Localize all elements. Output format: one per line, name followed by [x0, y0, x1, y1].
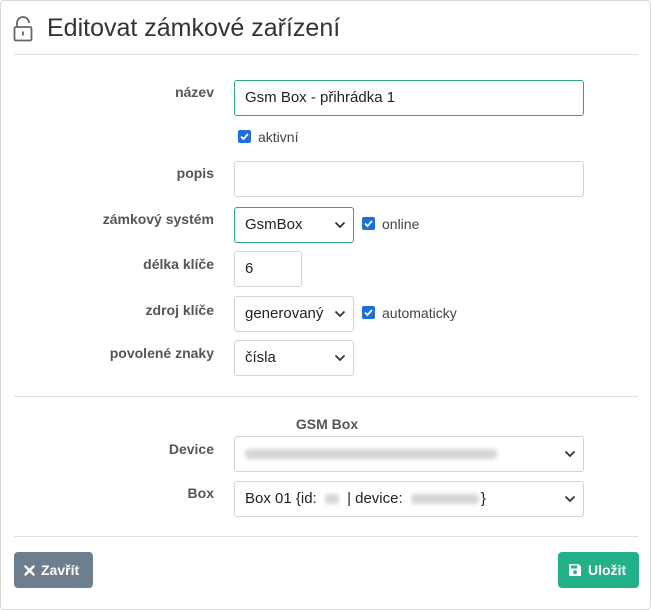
dialog-header: Editovat zámkové zařízení	[1, 1, 650, 55]
lock-system-label: zámkový systém	[102, 211, 214, 227]
lock-system-select[interactable]: GsmBox	[234, 207, 354, 243]
chevron-down-icon	[334, 221, 346, 229]
box-value-prefix: Box 01 {id:	[245, 490, 317, 507]
key-length-label: délka klíče	[143, 256, 214, 272]
check-icon	[240, 133, 249, 141]
active-checkbox[interactable]	[238, 130, 251, 143]
box-id-redacted	[324, 494, 339, 505]
box-value-middle: | device:	[347, 490, 403, 507]
allowed-chars-label: povolené znaky	[109, 345, 214, 361]
description-input[interactable]	[234, 161, 584, 197]
allowed-chars-value: čísla	[245, 349, 276, 366]
chevron-down-icon	[564, 450, 576, 458]
active-label: aktivní	[258, 129, 299, 145]
save-icon	[569, 564, 581, 577]
box-select[interactable]: Box 01 {id: | device: }	[234, 481, 584, 517]
chevron-down-icon	[334, 310, 346, 318]
footer-divider	[14, 536, 638, 537]
check-icon	[364, 220, 373, 228]
description-label: popis	[176, 165, 214, 181]
check-icon	[364, 309, 373, 317]
chevron-down-icon	[334, 354, 346, 362]
lock-system-value: GsmBox	[245, 216, 303, 233]
header-divider	[14, 54, 638, 55]
device-select[interactable]	[234, 436, 584, 472]
gsm-box-section-title: GSM Box	[295, 416, 359, 432]
online-label: online	[382, 216, 420, 232]
name-label: název	[175, 84, 214, 100]
key-source-select[interactable]: generovaný	[234, 296, 354, 332]
box-label: Box	[187, 485, 214, 501]
automatic-label: automaticky	[382, 305, 457, 321]
key-source-value: generovaný	[245, 305, 324, 322]
key-length-input[interactable]: 6	[234, 251, 302, 287]
automatic-checkbox[interactable]	[362, 306, 375, 319]
close-button-label: Zavřít	[41, 562, 80, 578]
edit-lock-device-dialog: Editovat zámkové zařízení název Gsm Box …	[0, 0, 651, 610]
section-divider	[14, 396, 638, 397]
device-value-redacted	[245, 449, 497, 460]
name-input[interactable]: Gsm Box - přihrádka 1	[234, 80, 584, 116]
dialog-title: Editovat zámkové zařízení	[47, 14, 341, 42]
unlock-icon	[13, 16, 33, 42]
save-button-label: Uložit	[588, 562, 627, 578]
box-device-redacted	[410, 494, 479, 505]
save-button[interactable]: Uložit	[558, 552, 639, 588]
online-checkbox[interactable]	[362, 217, 375, 230]
close-button[interactable]: Zavřít	[14, 552, 93, 588]
box-value-suffix: }	[480, 490, 486, 507]
chevron-down-icon	[564, 495, 576, 503]
device-label: Device	[168, 441, 214, 457]
key-source-label: zdroj klíče	[145, 302, 214, 318]
close-icon	[24, 565, 35, 576]
allowed-chars-select[interactable]: čísla	[234, 340, 354, 376]
